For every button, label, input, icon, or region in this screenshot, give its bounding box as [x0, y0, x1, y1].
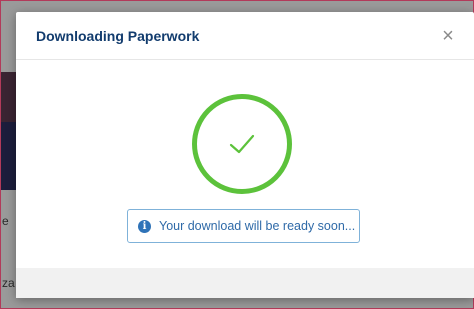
download-modal: Downloading Paperwork × i Your download … [16, 12, 474, 298]
close-icon[interactable]: × [438, 26, 458, 46]
info-icon: i [138, 220, 151, 233]
modal-title: Downloading Paperwork [36, 28, 200, 44]
background-text-fragment: za [2, 276, 15, 290]
info-message: Your download will be ready soon... [159, 219, 356, 233]
background-navy-strip [0, 122, 16, 190]
info-message-box: i Your download will be ready soon... [127, 209, 360, 243]
background-text-fragment: e [2, 214, 9, 228]
modal-header: Downloading Paperwork × [16, 12, 474, 60]
success-circle [192, 94, 292, 194]
checkmark-icon [229, 134, 255, 154]
modal-footer [16, 268, 474, 298]
